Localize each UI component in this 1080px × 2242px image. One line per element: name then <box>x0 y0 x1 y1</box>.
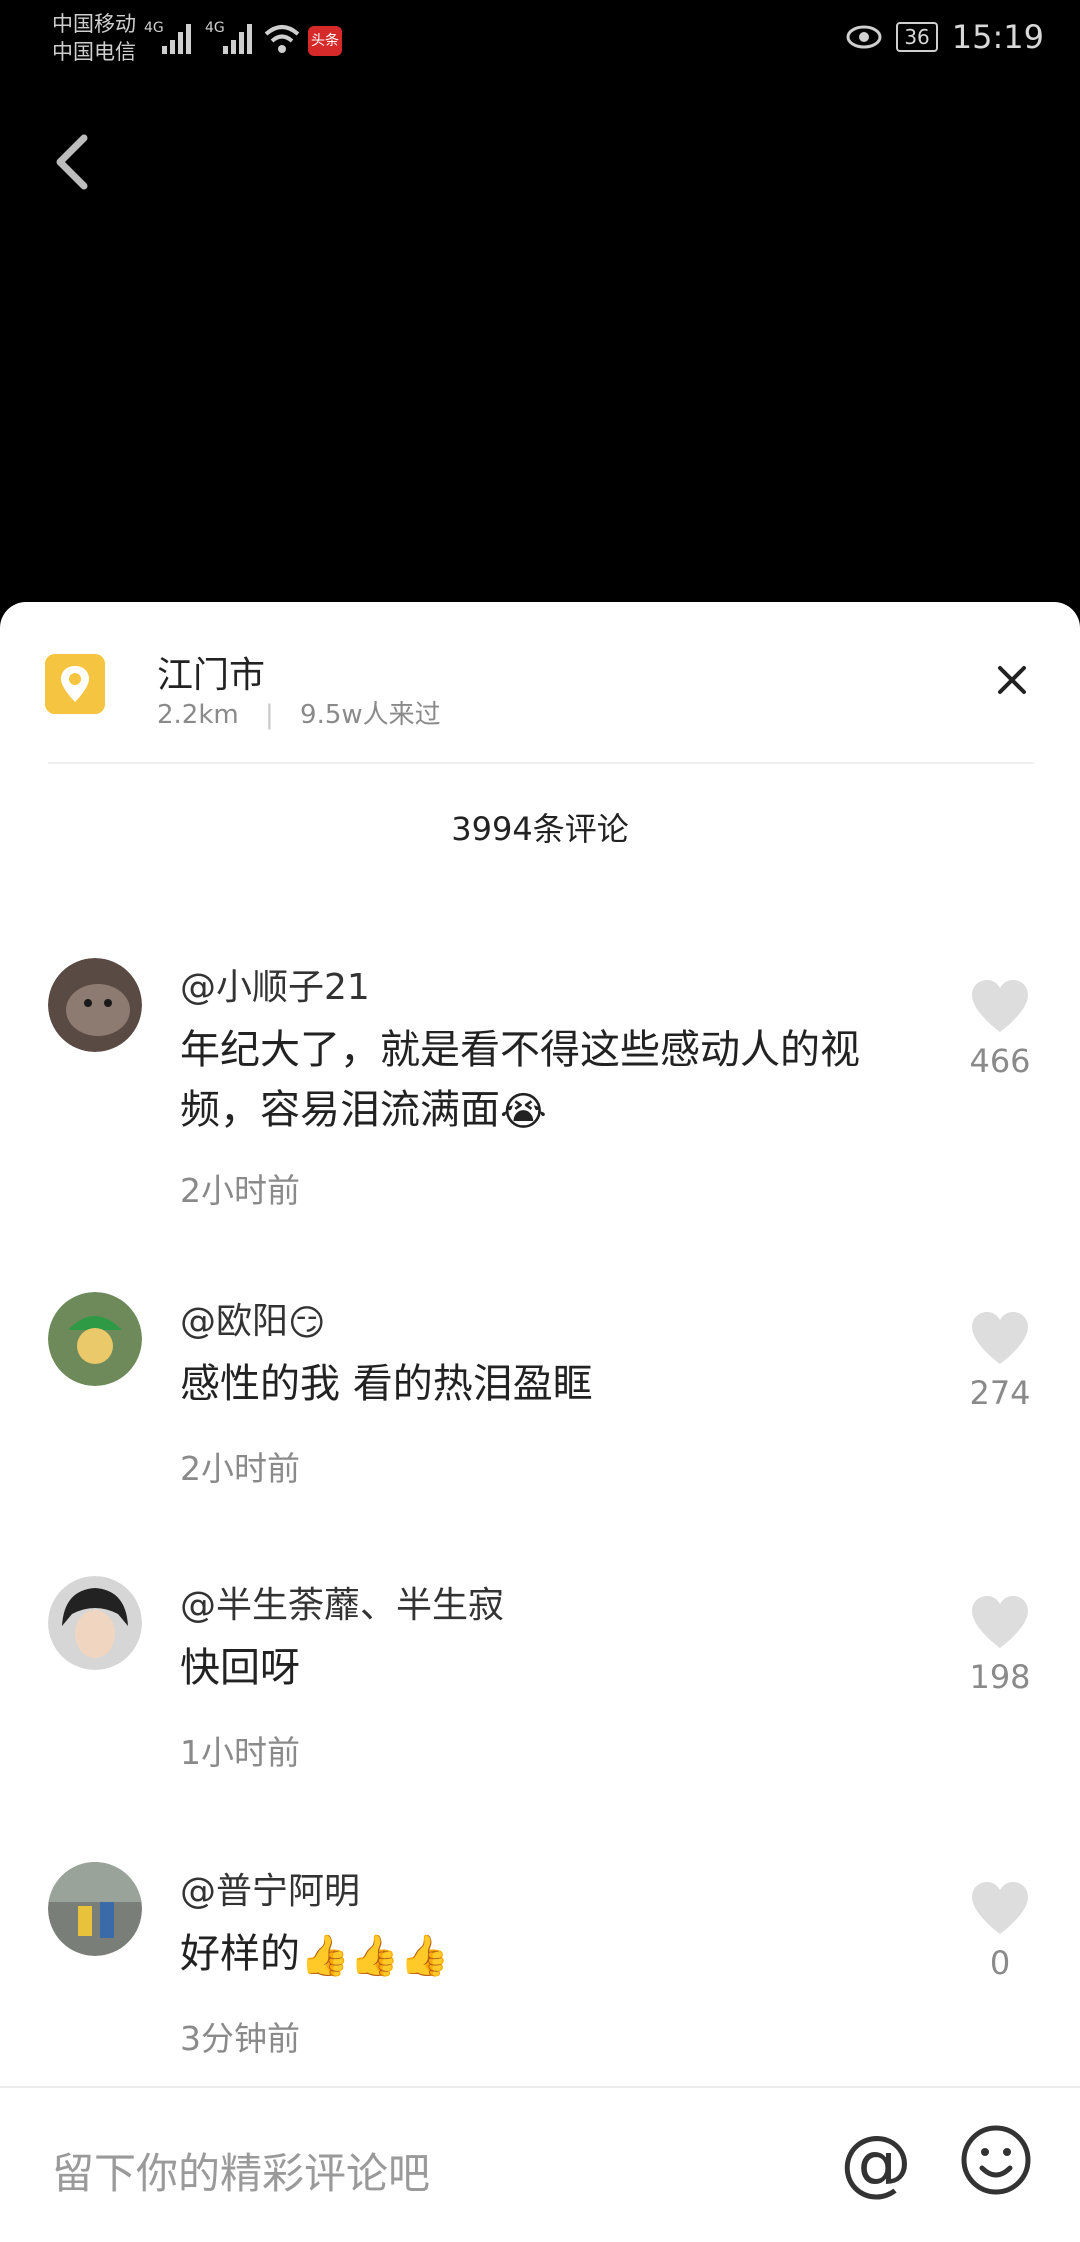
like-count: 274 <box>969 1374 1031 1412</box>
location-title[interactable]: 江门市 <box>157 646 265 698</box>
location-visitors: 9.5w人来过 <box>300 700 441 730</box>
comment-time: 2小时前 <box>180 1449 300 1488</box>
toutiao-app-icon: 头条 <box>308 26 342 56</box>
comment-text: 年纪大了，就是看不得这些感动人的视频，容易泪流满面😭 <box>180 1020 900 1142</box>
comment-author[interactable]: @普宁阿明 <box>180 1862 360 1914</box>
battery-indicator: 36 <box>896 22 938 52</box>
comment-author-name[interactable]: @欧阳 <box>180 1301 288 1342</box>
comment-text: 感性的我 看的热泪盈眶 <box>180 1361 593 1407</box>
separator: | <box>265 700 274 730</box>
heart-icon[interactable] <box>970 1880 1030 1936</box>
avatar[interactable] <box>48 1576 142 1670</box>
like-button[interactable]: 466 <box>960 978 1040 1080</box>
comment-text: 好样的👍👍👍 <box>180 1924 900 1986</box>
divider <box>48 762 1034 764</box>
avatar[interactable] <box>48 1862 142 1956</box>
comments-count: 3994条评论 <box>451 810 629 848</box>
mention-button[interactable]: @ <box>840 2126 912 2198</box>
comment-text: 快回呀 <box>180 1645 300 1691</box>
emoji-button-icon[interactable] <box>960 2124 1032 2196</box>
wifi-icon <box>264 25 300 53</box>
comment-time: 1小时前 <box>180 1733 300 1772</box>
comment-text-body: 好样的 <box>180 1931 300 1977</box>
close-icon[interactable] <box>992 660 1032 700</box>
location-subtitle: 2.2km | 9.5w人来过 <box>157 694 441 731</box>
comment-time: 3分钟前 <box>180 2019 300 2058</box>
eye-comfort-icon <box>846 25 882 49</box>
comment-time: 2小时前 <box>180 1171 300 1210</box>
status-bar: 中国移动 中国电信 4G 4G 头条 36 15:19 <box>0 0 1080 80</box>
like-button[interactable]: 274 <box>960 1310 1040 1412</box>
heart-icon[interactable] <box>970 978 1030 1034</box>
status-right: 36 15:19 <box>846 18 1044 56</box>
comment-input[interactable]: 留下你的精彩评论吧 <box>52 2140 430 2201</box>
heart-icon[interactable] <box>970 1310 1030 1366</box>
like-count: 198 <box>969 1658 1031 1696</box>
back-arrow-icon[interactable] <box>48 132 96 192</box>
location-pin-icon <box>45 654 105 714</box>
like-count: 466 <box>969 1042 1031 1080</box>
like-button[interactable]: 198 <box>960 1594 1040 1696</box>
like-button[interactable]: 0 <box>960 1880 1040 1982</box>
like-count: 0 <box>989 1944 1011 1982</box>
thumbs-up-icon: 👍👍👍 <box>300 1933 450 1979</box>
heart-icon[interactable] <box>970 1594 1030 1650</box>
clock: 15:19 <box>951 18 1044 56</box>
comment-author[interactable]: @半生荼蘼、半生寂 <box>180 1576 504 1628</box>
carrier-1: 中国移动 <box>52 12 136 36</box>
comment-author[interactable]: @欧阳😏 <box>180 1292 326 1344</box>
signal-icon-2 <box>223 24 252 54</box>
comment-author[interactable]: @小顺子21 <box>180 958 370 1010</box>
crying-emoji-icon: 😭 <box>500 1089 547 1135</box>
smirk-emoji-icon: 😏 <box>288 1302 326 1344</box>
carrier-info: 中国移动 中国电信 <box>52 10 136 66</box>
comment-input-bar: 留下你的精彩评论吧 @ <box>0 2086 1080 2242</box>
carrier-2: 中国电信 <box>52 40 136 64</box>
comments-sheet: 江门市 2.2km | 9.5w人来过 3994条评论 @小顺子21 年纪大了，… <box>0 602 1080 2240</box>
avatar[interactable] <box>48 958 142 1052</box>
signal-icon <box>162 24 191 54</box>
location-distance: 2.2km <box>157 700 239 730</box>
avatar[interactable] <box>48 1292 142 1386</box>
